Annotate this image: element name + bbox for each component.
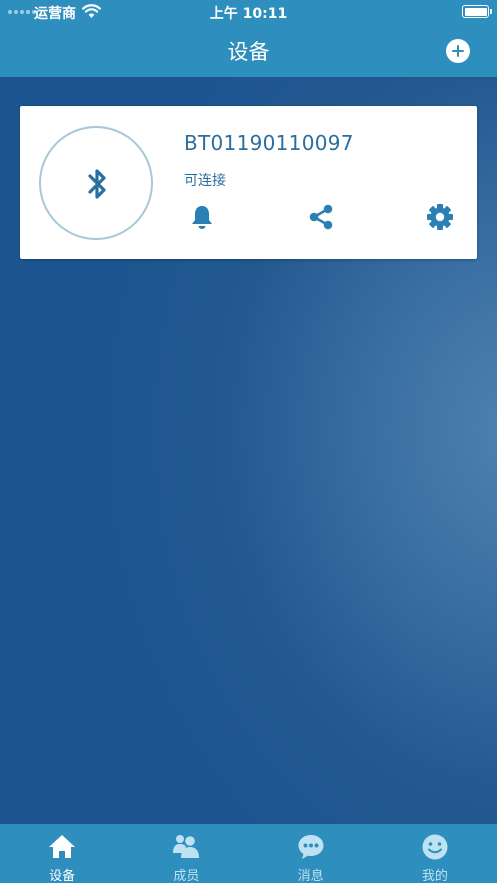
device-card[interactable]: BT01190110097 可连接 (20, 106, 477, 259)
gear-icon[interactable] (426, 203, 454, 231)
app-screen: 运营商 上午 10:11 设备 BT01190110097 可连接 设备 成员 … (0, 0, 497, 883)
share-icon[interactable] (307, 203, 335, 231)
tab-label: 消息 (297, 869, 324, 883)
bluetooth-icon (88, 169, 106, 199)
tab-members[interactable]: 成员 (124, 824, 248, 883)
tab-bar: 设备 成员 消息 我的 (0, 824, 497, 883)
add-device-button[interactable] (446, 39, 470, 63)
tab-profile[interactable]: 我的 (373, 824, 497, 883)
status-time: 上午 10:11 (209, 6, 288, 22)
page-title: 设备 (227, 40, 270, 64)
battery-icon (462, 5, 492, 18)
home-icon (49, 835, 76, 858)
device-status: 可连接 (184, 173, 226, 189)
device-avatar (39, 126, 153, 240)
tab-devices[interactable]: 设备 (0, 824, 124, 883)
chat-bubble-icon (298, 835, 324, 859)
bell-icon[interactable] (188, 203, 216, 231)
tab-label: 设备 (49, 869, 76, 883)
tab-label: 成员 (173, 869, 200, 883)
smiley-icon (422, 834, 448, 860)
status-bar: 运营商 上午 10:11 (0, 0, 497, 24)
tab-label: 我的 (421, 869, 448, 883)
tab-messages[interactable]: 消息 (249, 824, 373, 883)
device-name: BT01190110097 (184, 131, 354, 155)
members-icon (173, 835, 200, 858)
top-bar: 运营商 上午 10:11 设备 (0, 0, 497, 77)
